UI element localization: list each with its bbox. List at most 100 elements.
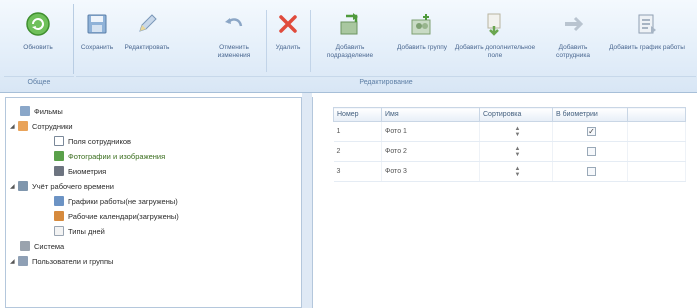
add-group-icon <box>408 10 436 38</box>
add-extra-field-label: Добавить дополнительное поле <box>454 44 536 59</box>
cell-name: Фото 1 <box>381 121 480 142</box>
sort-arrows-icon[interactable]: ▲ ▼ <box>483 126 552 138</box>
delete-button[interactable]: Удалить <box>270 6 306 74</box>
tree-item-work-schedules[interactable]: Графики работы(не загружены) <box>54 195 178 207</box>
cell-in-biometrics <box>552 141 628 162</box>
tree-item-photos[interactable]: Фотографии и изображения <box>54 150 165 162</box>
cell-sort[interactable]: ▲ ▼ <box>479 141 553 162</box>
users-icon <box>18 256 28 266</box>
add-employee-button[interactable]: Добавить сотрудника <box>542 6 604 74</box>
fields-icon <box>54 136 64 146</box>
tree-item-label: Графики работы(не загружены) <box>68 196 178 206</box>
schedules-icon <box>54 196 64 206</box>
add-schedule-label: Добавить график работы <box>609 44 685 51</box>
ribbon-separator <box>310 10 311 72</box>
tree-item-label: Поля сотрудников <box>68 136 132 146</box>
tree-item-label: Учёт рабочего времени <box>32 181 114 191</box>
tree-item-label: Фильмы <box>34 106 63 116</box>
undo-changes-label: Отменить изменения <box>217 44 251 59</box>
biometrics-checkbox[interactable]: ✓ <box>587 127 596 136</box>
tree-item-biometrics[interactable]: Биометрия <box>54 165 106 177</box>
ribbon-group-label-general: Общее <box>4 76 74 88</box>
panel-splitter[interactable] <box>302 93 312 308</box>
cell-number: 2 <box>333 141 382 162</box>
cell-sort[interactable]: ▲ ▼ <box>479 161 553 182</box>
add-department-button[interactable]: Добавить подразделение <box>316 6 384 74</box>
add-schedule-button[interactable]: Добавить график работы <box>608 6 686 74</box>
delete-icon <box>274 10 302 38</box>
undo-changes-button[interactable]: Отменить изменения <box>210 6 258 74</box>
tree-item-label: Сотрудники <box>32 121 73 131</box>
refresh-label: Обновить <box>23 44 53 51</box>
save-icon <box>83 10 111 38</box>
table-row[interactable]: 1 Фото 1 ▲ ▼ ✓ <box>333 121 686 142</box>
add-employee-icon <box>559 10 587 38</box>
tree-item-films[interactable]: Фильмы <box>20 105 63 117</box>
employees-folder-icon <box>18 121 28 131</box>
tree-item-label: Типы дней <box>68 226 105 236</box>
tree-item-label: Рабочие календари(загружены) <box>68 211 179 221</box>
tree-item-label: Фотографии и изображения <box>68 151 166 161</box>
undo-icon <box>220 10 248 38</box>
tree-item-time-tracking[interactable]: ◢ Учёт рабочего времени <box>10 180 114 192</box>
ribbon-group-general: Обновить <box>4 4 74 74</box>
add-group-label: Добавить группу <box>397 44 447 51</box>
add-field-icon <box>481 10 509 38</box>
cell-number: 3 <box>333 161 382 182</box>
sort-arrows-icon[interactable]: ▲ ▼ <box>483 166 552 178</box>
ribbon-group-label-edit: Редактирование <box>76 76 696 88</box>
column-header-in-biometrics[interactable]: В биометрии <box>552 107 628 122</box>
expand-arrow-icon[interactable]: ◢ <box>10 258 18 265</box>
cell-name: Фото 2 <box>381 141 480 162</box>
delete-label: Удалить <box>275 44 301 51</box>
table-header-row: Номер Имя Сортировка В биометрии <box>333 107 686 122</box>
edit-button[interactable]: Редактировать <box>118 6 176 74</box>
refresh-icon <box>24 10 52 38</box>
column-header-name[interactable]: Имя <box>381 107 480 122</box>
add-schedule-icon <box>633 10 661 38</box>
add-department-icon <box>336 10 364 38</box>
sort-arrows-icon[interactable]: ▲ ▼ <box>483 146 552 158</box>
photos-table: Номер Имя Сортировка В биометрии 1 Фото … <box>333 107 686 182</box>
expand-arrow-icon[interactable]: ◢ <box>10 183 18 190</box>
tree-item-employees[interactable]: ◢ Сотрудники <box>10 120 73 132</box>
tree-item-users-groups[interactable]: ◢ Пользователи и группы <box>10 255 113 267</box>
add-extra-field-button[interactable]: Добавить дополнительное поле <box>454 6 536 74</box>
edit-label: Редактировать <box>124 44 170 51</box>
table-row[interactable]: 3 Фото 3 ▲ ▼ <box>333 161 686 182</box>
photos-icon <box>54 151 64 161</box>
add-department-label: Добавить подразделение <box>326 44 374 59</box>
cell-number: 1 <box>333 121 382 142</box>
time-tracking-icon <box>18 181 28 191</box>
add-employee-label: Добавить сотрудника <box>556 44 590 59</box>
column-header-sort[interactable]: Сортировка <box>479 107 553 122</box>
films-icon <box>20 106 30 116</box>
photos-grid-panel: Номер Имя Сортировка В биометрии 1 Фото … <box>312 97 697 308</box>
expand-arrow-icon[interactable]: ◢ <box>10 123 18 130</box>
calendars-icon <box>54 211 64 221</box>
cell-sort[interactable]: ▲ ▼ <box>479 121 553 142</box>
cell-name: Фото 3 <box>381 161 480 182</box>
tree-item-work-calendars[interactable]: Рабочие календари(загружены) <box>54 210 179 222</box>
refresh-button[interactable]: Обновить <box>8 6 68 74</box>
tree-item-employee-fields[interactable]: Поля сотрудников <box>54 135 131 147</box>
biometrics-checkbox[interactable] <box>587 147 596 156</box>
system-icon <box>20 241 30 251</box>
tree-item-label: Пользователи и группы <box>32 256 114 266</box>
tree-item-label: Система <box>34 241 65 251</box>
tree-item-system[interactable]: Система <box>20 240 64 252</box>
add-group-button[interactable]: Добавить группу <box>392 6 452 74</box>
tree-item-label: Биометрия <box>68 166 107 176</box>
save-button[interactable]: Сохранить <box>78 6 116 74</box>
ribbon-group-edit: Сохранить Редактировать Отменить изменен… <box>76 4 696 74</box>
table-row[interactable]: 2 Фото 2 ▲ ▼ <box>333 141 686 162</box>
save-label: Сохранить <box>80 44 114 51</box>
biometrics-icon <box>54 166 64 176</box>
column-header-empty <box>627 107 686 122</box>
tree-item-day-types[interactable]: Типы дней <box>54 225 105 237</box>
day-types-icon <box>54 226 64 236</box>
column-header-number[interactable]: Номер <box>333 107 382 122</box>
cell-in-biometrics <box>552 161 628 182</box>
biometrics-checkbox[interactable] <box>587 167 596 176</box>
pencil-icon <box>133 10 161 38</box>
